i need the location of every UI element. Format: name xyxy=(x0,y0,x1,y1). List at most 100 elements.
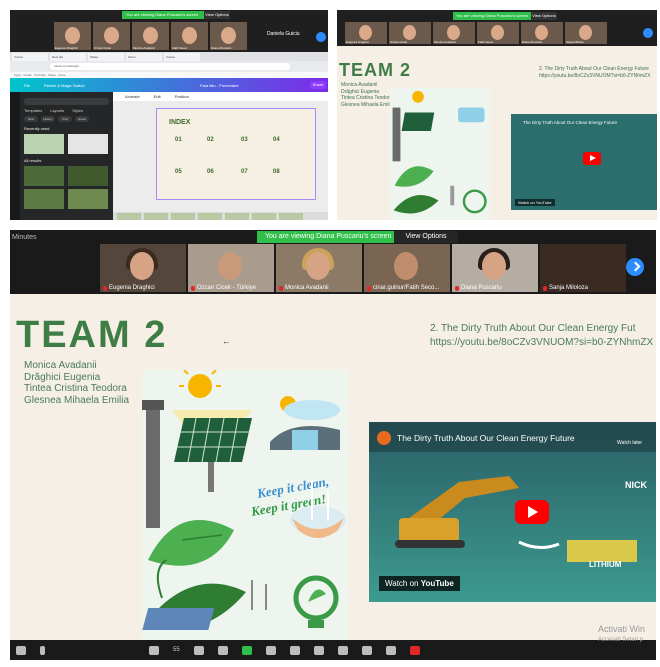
filter-pill[interactable]: Brat xyxy=(24,116,38,122)
apps-icon[interactable] xyxy=(313,645,324,655)
animate-button[interactable]: Animate xyxy=(125,92,140,101)
browser-tab[interactable]: Slides xyxy=(88,53,124,61)
pointer-icon: ← xyxy=(222,336,231,346)
tab-layouts[interactable]: Layouts xyxy=(50,108,64,113)
video-title[interactable]: The Dirty Truth About Our Clean Energy F… xyxy=(397,433,575,443)
view-options-button[interactable]: View Options xyxy=(204,11,230,19)
file-menu[interactable]: File xyxy=(24,83,30,88)
participant-tile[interactable]: Eugenia Draghici xyxy=(345,22,387,44)
browser-tab[interactable]: New tab xyxy=(50,53,86,61)
participant-tile[interactable]: Monica Avadanii xyxy=(132,22,169,50)
view-options-button[interactable]: View Options xyxy=(394,231,458,243)
notes-icon[interactable] xyxy=(361,645,372,655)
template-thumbnail[interactable] xyxy=(24,189,64,209)
host-name: Daniela Guiciu xyxy=(265,24,315,48)
slide-thumb[interactable] xyxy=(144,213,168,220)
next-page-icon[interactable] xyxy=(626,258,644,276)
browser-tabs: Canva New tab Slides Zoom Canva xyxy=(10,52,328,61)
video-text: NICK xyxy=(625,480,647,490)
record-icon[interactable] xyxy=(265,645,276,655)
slide-thumb[interactable] xyxy=(198,213,222,220)
participant-tile[interactable]: Diana Puscariu xyxy=(210,22,247,50)
address-bar[interactable]: canva.com/design/... xyxy=(50,63,290,70)
participant-name: Monica Avadanii xyxy=(285,285,329,291)
filter-pill[interactable]: History xyxy=(41,116,55,122)
slide-filmstrip xyxy=(113,212,328,220)
participant-tile[interactable]: Ozcan Cicek - Türkiye xyxy=(188,244,274,292)
link-url[interactable]: https://youtu.be/8oCZv3VNUOM?si=b0-ZYNhm… xyxy=(430,336,653,350)
play-icon[interactable] xyxy=(583,152,601,165)
video-link[interactable]: 2. The Dirty Truth About Our Clean Energ… xyxy=(539,66,651,79)
share-button[interactable]: Share xyxy=(310,81,326,89)
slide-thumb[interactable] xyxy=(252,213,276,220)
whiteboard-icon[interactable] xyxy=(337,645,348,655)
leave-icon[interactable] xyxy=(409,645,420,655)
slide-canvas[interactable]: INDEX 01 02 03 04 05 06 07 08 xyxy=(156,108,316,200)
participant-tile[interactable]: Monica Avadanii xyxy=(276,244,362,292)
design-title[interactable]: Fara titlu - Prezentare xyxy=(200,83,239,88)
participant-tile[interactable]: Eugenia Draghici xyxy=(100,244,186,292)
filter-pill[interactable]: Green xyxy=(75,116,89,122)
participant-tile[interactable]: Fatih Secer xyxy=(171,22,208,50)
youtube-embed[interactable]: The Dirty Truth About Our Clean Energy F… xyxy=(511,114,657,210)
watch-later-button[interactable]: Watch later xyxy=(617,440,642,446)
participant-tile[interactable]: Fatih Secer xyxy=(477,22,519,44)
participants-icon[interactable] xyxy=(149,645,159,655)
youtube-embed[interactable]: The Dirty Truth About Our Clean Energy F… xyxy=(369,422,656,602)
avatar xyxy=(143,27,158,44)
browser-tab[interactable]: Zoom xyxy=(126,53,162,61)
next-page-icon[interactable] xyxy=(316,32,326,42)
watch-prefix: Watch on xyxy=(385,579,419,588)
play-icon[interactable] xyxy=(515,500,549,524)
template-thumbnail[interactable] xyxy=(68,166,108,186)
position-button[interactable]: Position xyxy=(175,92,189,101)
participant-tile[interactable]: cinar.gulnur/Fatih Seco... xyxy=(364,244,450,292)
chevron-up-icon[interactable] xyxy=(40,645,45,655)
activate-line: Accesati Setari p xyxy=(598,637,644,643)
participant-tile[interactable]: Eugenia Draghici xyxy=(54,22,91,50)
tab-styles[interactable]: Styles xyxy=(72,108,83,113)
template-thumbnail[interactable] xyxy=(68,189,108,209)
view-options-button[interactable]: View Options xyxy=(531,12,557,20)
participant-tile[interactable]: Diana Puscariu xyxy=(452,244,538,292)
resize-button[interactable]: Resize & Magic Switch xyxy=(44,83,85,88)
participant-tile[interactable]: Ozcan Cicek xyxy=(93,22,130,50)
screen-share-banner: You are viewing Diana Puscariu's screen V… xyxy=(122,11,230,19)
more-icon[interactable] xyxy=(385,645,396,655)
browser-tab[interactable]: Canva xyxy=(164,53,200,61)
index-number: 07 xyxy=(241,169,248,175)
camera-icon[interactable] xyxy=(16,645,26,655)
tab-templates[interactable]: Templates xyxy=(24,108,42,113)
template-thumbnail[interactable] xyxy=(68,134,108,154)
participant-count: 55 xyxy=(173,647,180,653)
chat-icon[interactable] xyxy=(193,645,204,655)
slide-thumb[interactable] xyxy=(225,213,249,220)
next-page-icon[interactable] xyxy=(643,28,653,38)
watch-on-youtube[interactable]: Watch on YouTube xyxy=(515,199,555,206)
avatar xyxy=(218,252,242,280)
participant-tile[interactable]: Monica Avadanii xyxy=(433,22,475,44)
video-link[interactable]: 2. The Dirty Truth About Our Clean Energ… xyxy=(430,322,653,350)
channel-logo[interactable] xyxy=(377,431,391,445)
link-url[interactable]: https://youtu.be/8oCZv3VNUOM?si=b0-ZYNhm… xyxy=(539,73,651,80)
template-thumbnail[interactable] xyxy=(24,134,64,154)
share-screen-icon[interactable] xyxy=(241,645,252,655)
participant-tile[interactable]: Sanja Milolos xyxy=(565,22,607,44)
slide-thumb[interactable] xyxy=(279,213,303,220)
browser-tab[interactable]: Canva xyxy=(12,53,48,61)
filter-pill[interactable]: Pink xyxy=(58,116,72,122)
watch-on-youtube[interactable]: Watch on YouTube xyxy=(379,576,460,591)
windows-activation-watermark: Activati Win Accesati Setari p xyxy=(598,624,645,646)
reactions-icon[interactable] xyxy=(217,645,228,655)
participant-tile[interactable]: Sanja Miloloza xyxy=(540,244,626,292)
avatar xyxy=(535,25,548,40)
participant-name: Monica Avadanii xyxy=(133,46,155,50)
search-input[interactable] xyxy=(24,98,109,105)
effects-button[interactable]: Edit xyxy=(154,92,161,101)
slide-thumb[interactable] xyxy=(117,213,141,220)
template-thumbnail[interactable] xyxy=(24,166,64,186)
participant-tile[interactable]: Ozcan Cicek xyxy=(389,22,431,44)
slide-thumb[interactable] xyxy=(171,213,195,220)
captions-icon[interactable] xyxy=(289,645,300,655)
participant-tile[interactable]: Diana Puscariu xyxy=(521,22,563,44)
